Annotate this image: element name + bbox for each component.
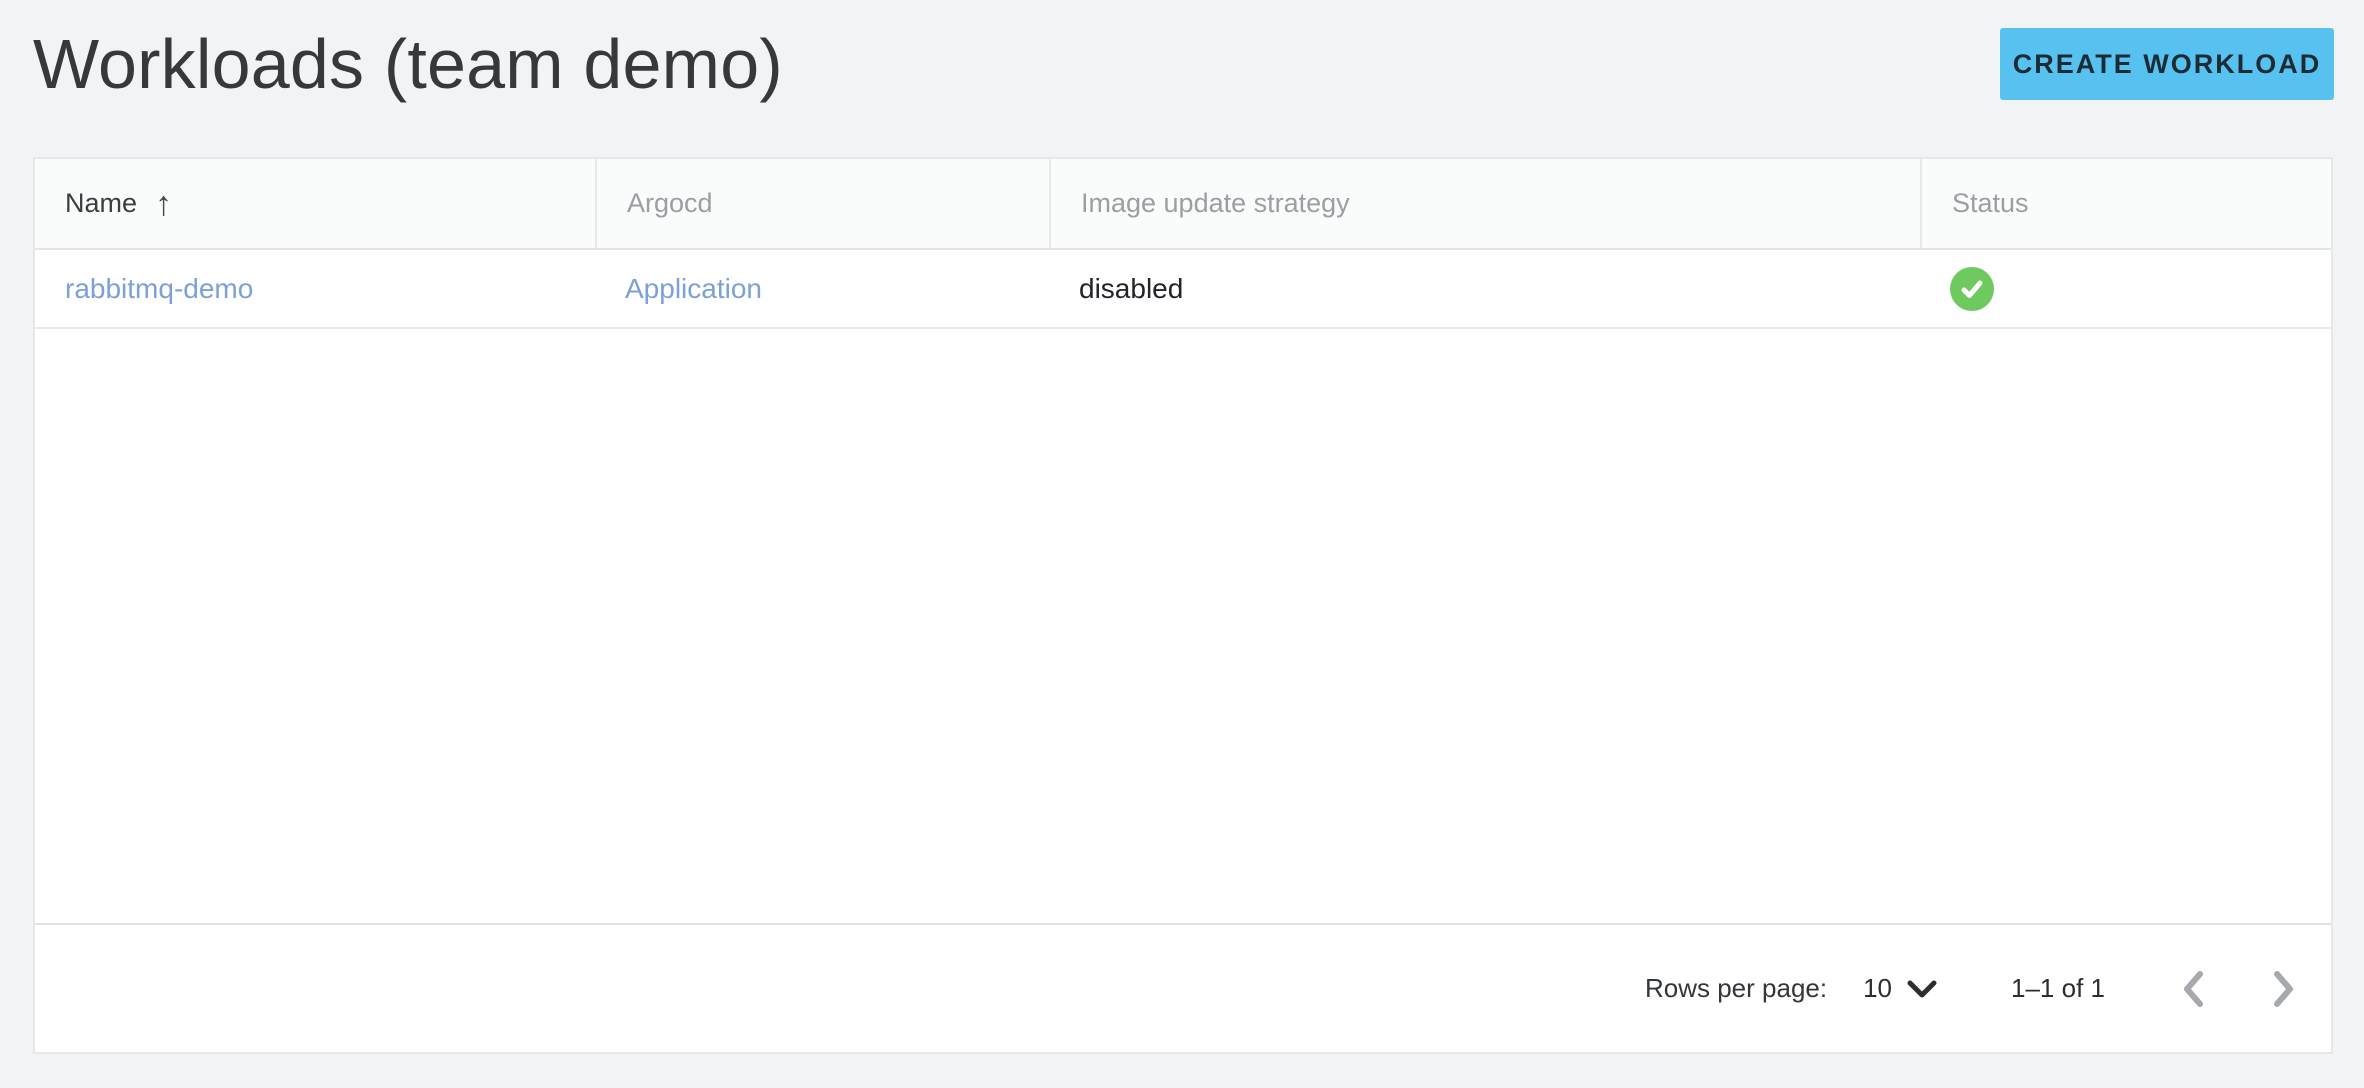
sort-ascending-icon: ↑ xyxy=(155,187,172,221)
chevron-right-icon xyxy=(2272,969,2296,1009)
cell-image-update-strategy: disabled xyxy=(1049,273,1920,305)
create-workload-button[interactable]: CREATE WORKLOAD xyxy=(2000,28,2334,100)
column-header-name-label: Name xyxy=(65,188,137,219)
table-header-row: Name ↑ Argocd Image update strategy Stat… xyxy=(35,159,2331,250)
previous-page-button[interactable] xyxy=(2176,965,2210,1013)
workloads-table-card: Name ↑ Argocd Image update strategy Stat… xyxy=(33,157,2333,1054)
check-icon xyxy=(1959,276,1985,302)
next-page-button[interactable] xyxy=(2267,965,2301,1013)
rows-per-page-label: Rows per page: xyxy=(1645,973,1827,1004)
page-title: Workloads (team demo) xyxy=(33,22,783,106)
status-success-icon xyxy=(1950,267,1994,311)
column-header-argocd[interactable]: Argocd xyxy=(595,159,1049,248)
image-update-strategy-value: disabled xyxy=(1079,273,1183,305)
chevron-left-icon xyxy=(2181,969,2205,1009)
column-header-image-update-strategy[interactable]: Image update strategy xyxy=(1049,159,1920,248)
column-header-status-label: Status xyxy=(1952,188,2029,219)
workloads-page: Workloads (team demo) CREATE WORKLOAD Na… xyxy=(0,0,2364,1088)
rows-per-page-select[interactable]: 10 xyxy=(1863,973,1938,1004)
pagination-range-label: 1–1 of 1 xyxy=(2011,973,2105,1004)
workload-name-link[interactable]: rabbitmq-demo xyxy=(65,273,253,305)
column-header-image-update-strategy-label: Image update strategy xyxy=(1081,188,1350,219)
rows-per-page-value: 10 xyxy=(1863,973,1892,1004)
argocd-application-link[interactable]: Application xyxy=(625,273,762,305)
pagination-bar: Rows per page: 10 1–1 of 1 xyxy=(35,923,2331,1052)
table-empty-area xyxy=(35,329,2331,923)
chevron-down-icon xyxy=(1906,979,1938,999)
column-header-argocd-label: Argocd xyxy=(627,188,713,219)
column-header-status[interactable]: Status xyxy=(1920,159,2331,248)
column-header-name[interactable]: Name ↑ xyxy=(35,159,595,248)
table-row: rabbitmq-demo Application disabled xyxy=(35,250,2331,329)
cell-argocd: Application xyxy=(595,273,1049,305)
cell-name: rabbitmq-demo xyxy=(35,273,595,305)
cell-status xyxy=(1920,267,2331,311)
